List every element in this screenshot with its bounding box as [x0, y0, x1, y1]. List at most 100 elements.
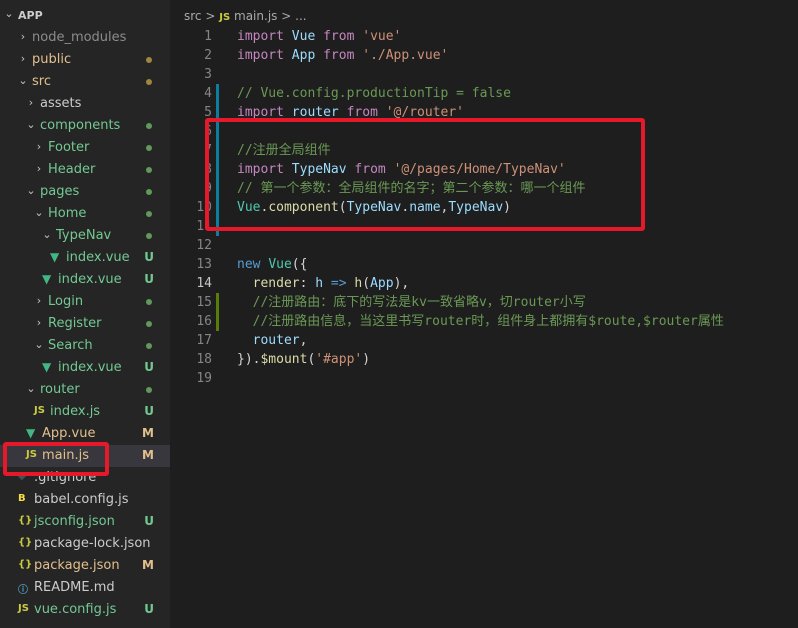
chevron-down-icon[interactable]: ⌄ — [34, 338, 44, 351]
code-line[interactable]: 18}).$mount('#app') — [170, 350, 798, 369]
code-text: import App from './App.vue' — [237, 46, 448, 65]
code-line[interactable]: 3 — [170, 65, 798, 84]
tree-folder[interactable]: ⌄ pages — [0, 181, 170, 203]
code-token: from — [323, 29, 363, 44]
code-text: //注册路由信息，当这里书写router时，组件身上都拥有$route,$rou… — [237, 312, 724, 331]
code-line[interactable]: 2 import App from './App.vue' — [170, 46, 798, 65]
vue-file-icon: ▼ — [26, 426, 36, 440]
tree-file[interactable]: {} jsconfig.json U — [0, 511, 170, 533]
tree-folder[interactable]: ⌄ src — [0, 71, 170, 93]
git-status-dot — [146, 57, 152, 63]
breadcrumb-trail[interactable]: ... — [295, 9, 306, 23]
code-line[interactable]: 14 render: h => h(App), — [170, 274, 798, 293]
chevron-down-icon[interactable]: ⌄ — [34, 206, 44, 219]
chevron-right-icon[interactable]: › — [34, 294, 44, 307]
tree-item-label: Footer — [48, 140, 90, 155]
line-number: 2 — [204, 48, 212, 63]
chevron-right-icon[interactable]: › — [26, 96, 36, 109]
code-line[interactable]: 1 import Vue from 'vue' — [170, 27, 798, 46]
tree-file[interactable]: JS main.js M — [0, 445, 170, 467]
code-line[interactable]: 7 //注册全局组件 — [170, 141, 798, 160]
tree-file[interactable]: Bbabel.config.js — [0, 489, 170, 511]
code-line[interactable]: 13 new Vue({ — [170, 255, 798, 274]
tree-folder[interactable]: ⌄ TypeNav — [0, 225, 170, 247]
tree-file[interactable]: ▼ index.vue U — [0, 247, 170, 269]
code-line[interactable]: 19 — [170, 369, 798, 388]
code-token: TypeNav — [346, 200, 402, 215]
tree-item-label: package-lock.json — [34, 536, 151, 551]
code-token: Vue — [291, 29, 324, 44]
tree-folder[interactable]: › assets — [0, 93, 170, 115]
code-line[interactable]: 17 router, — [170, 331, 798, 350]
chevron-right-icon[interactable]: › — [18, 30, 28, 43]
breadcrumb-folder[interactable]: src — [184, 9, 202, 23]
tree-item-label: index.vue — [66, 250, 130, 265]
tree-file[interactable]: ▼ index.vue U — [0, 269, 170, 291]
code-line[interactable]: 5 import router from '@/router' — [170, 103, 798, 122]
tree-folder[interactable]: › Header — [0, 159, 170, 181]
chevron-right-icon[interactable]: › — [34, 140, 44, 153]
explorer-root[interactable]: ⌄ APP — [0, 4, 170, 26]
code-token: './App.vue' — [362, 48, 449, 63]
tree-folder[interactable]: ⌄ Search — [0, 335, 170, 357]
git-status-dot — [146, 145, 152, 151]
line-number: 15 — [196, 295, 212, 310]
line-number: 4 — [204, 86, 212, 101]
tree-file[interactable]: {} package-lock.json — [0, 533, 170, 555]
code-line[interactable]: 16 //注册路由信息，当这里书写router时，组件身上都拥有$route,$… — [170, 312, 798, 331]
breadcrumb-file[interactable]: main.js — [234, 9, 277, 23]
git-change-indicator — [216, 198, 219, 217]
code-line[interactable]: 15 //注册路由：底下的写法是kv一致省略v，切router小写 — [170, 293, 798, 312]
git-change-indicator — [216, 103, 219, 122]
chevron-down-icon[interactable]: ⌄ — [18, 74, 28, 87]
tree-file[interactable]: ▼ App.vue M — [0, 423, 170, 445]
tree-item-label: Search — [48, 338, 93, 353]
tree-folder[interactable]: › Footer — [0, 137, 170, 159]
vue-file-icon: ▼ — [42, 360, 52, 374]
tree-file[interactable]: ◆ .gitignore — [0, 467, 170, 489]
tree-file[interactable]: JS vue.config.js U — [0, 599, 170, 621]
chevron-down-icon[interactable]: ⌄ — [26, 118, 36, 131]
git-change-indicator — [216, 160, 219, 179]
chevron-right-icon[interactable]: › — [34, 316, 44, 329]
line-number: 1 — [204, 29, 212, 44]
code-token: TypeNav — [291, 162, 355, 177]
line-number: 18 — [196, 352, 212, 367]
tree-item-label: assets — [40, 96, 82, 111]
code-line[interactable]: 8 import TypeNav from '@/pages/Home/TypeN… — [170, 160, 798, 179]
code-line[interactable]: 10 Vue.component(TypeNav.name,TypeNav) — [170, 198, 798, 217]
code-token: : — [299, 276, 316, 291]
tree-item-label: index.vue — [58, 360, 122, 375]
git-status-dot — [146, 189, 152, 195]
tree-folder[interactable]: ⌄ components — [0, 115, 170, 137]
code-line[interactable]: 9 // 第一个参数：全局组件的名字；第二个参数：哪一个组件 — [170, 179, 798, 198]
code-token: App — [291, 48, 324, 63]
code-line[interactable]: 12 — [170, 236, 798, 255]
tree-folder[interactable]: › public — [0, 49, 170, 71]
tree-file[interactable]: ▼ index.vue U — [0, 357, 170, 379]
tree-item-label: main.js — [42, 448, 89, 463]
tree-file[interactable]: {} package.json M — [0, 555, 170, 577]
tree-folder[interactable]: › node_modules — [0, 27, 170, 49]
code-line[interactable]: 6 — [170, 122, 798, 141]
line-number: 13 — [196, 257, 212, 272]
tree-folder[interactable]: › Register — [0, 313, 170, 335]
tree-file[interactable]: ⓘ README.md — [0, 577, 170, 599]
tree-folder[interactable]: ⌄ router — [0, 379, 170, 401]
code-token: //注册全局组件 — [237, 143, 331, 158]
chevron-right-icon[interactable]: › — [34, 162, 44, 175]
code-text: router, — [237, 331, 308, 350]
code-token: //注册路由信息，当这里书写router时，组件身上都拥有$route,$rou… — [237, 314, 724, 329]
chevron-down-icon[interactable]: ⌄ — [26, 382, 36, 395]
chevron-right-icon[interactable]: › — [18, 52, 28, 65]
chevron-down-icon[interactable]: ⌄ — [26, 184, 36, 197]
tree-file[interactable]: JS index.js U — [0, 401, 170, 423]
tree-folder[interactable]: › Login — [0, 291, 170, 313]
code-line[interactable]: 11 — [170, 217, 798, 236]
git-status-badge: M — [142, 448, 154, 462]
code-text: import router from '@/router' — [237, 103, 464, 122]
tree-folder[interactable]: ⌄ Home — [0, 203, 170, 225]
code-token: import — [237, 48, 292, 63]
chevron-down-icon[interactable]: ⌄ — [42, 228, 52, 241]
code-line[interactable]: 4 // Vue.config.productionTip = false — [170, 84, 798, 103]
